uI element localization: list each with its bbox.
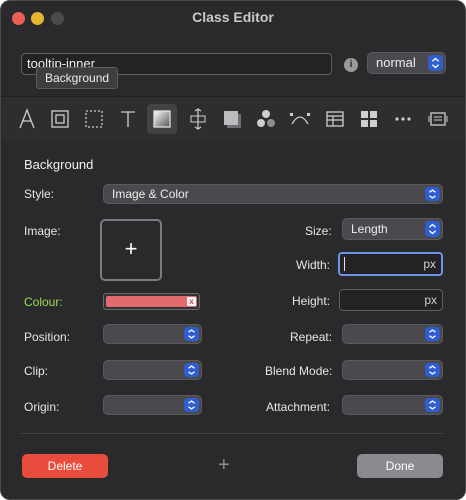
background-panel: Background Style: Image & Color Image: +… (1, 141, 465, 499)
blend-mode-select[interactable] (342, 360, 443, 380)
height-field[interactable]: px (339, 289, 443, 311)
tooltip-background: Background (36, 67, 119, 89)
clear-colour-icon[interactable]: x (187, 297, 196, 306)
effects-icon[interactable] (251, 104, 281, 134)
chevron-updown-icon (184, 327, 199, 341)
size-select[interactable]: Length (342, 218, 443, 240)
width-unit: px (423, 257, 436, 271)
chevron-updown-icon (428, 55, 443, 71)
size-label: Size: (305, 224, 332, 238)
colour-well[interactable]: x (103, 293, 200, 310)
delete-button[interactable]: Delete (22, 454, 108, 478)
height-unit: px (424, 293, 437, 307)
attachment-select[interactable] (342, 395, 443, 415)
width-label: Width: (296, 258, 331, 272)
class-editor-window: Class Editor tooltip-inner Background i … (0, 0, 466, 500)
grid-icon[interactable] (354, 104, 384, 134)
blend-mode-label: Blend Mode: (265, 364, 333, 378)
image-label: Image: (24, 224, 61, 238)
transform-icon[interactable] (285, 104, 315, 134)
chevron-updown-icon (425, 398, 440, 412)
typography-icon[interactable] (12, 104, 42, 134)
border-icon[interactable] (79, 104, 109, 134)
window-title: Class Editor (192, 9, 274, 25)
height-label: Height: (292, 294, 331, 308)
chevron-updown-icon (425, 327, 440, 341)
more-icon[interactable] (388, 104, 418, 134)
width-field[interactable]: px (338, 252, 443, 276)
image-add-well[interactable]: + (100, 219, 162, 281)
origin-label: Origin: (24, 400, 60, 414)
text-icon[interactable] (113, 104, 143, 134)
colour-label: Colour: (24, 295, 63, 309)
size-icon[interactable] (183, 104, 213, 134)
attachment-label: Attachment: (266, 400, 331, 414)
state-select[interactable]: normal (367, 52, 446, 74)
clip-select[interactable] (103, 360, 202, 380)
shadow-icon[interactable] (217, 104, 247, 134)
origin-select[interactable] (103, 395, 202, 415)
chevron-updown-icon (184, 398, 199, 412)
size-select-value: Length (351, 222, 388, 236)
chevron-updown-icon (425, 363, 440, 377)
chevron-updown-icon (425, 221, 440, 237)
position-label: Position: (24, 330, 71, 344)
title-bar: Class Editor (1, 1, 465, 35)
chevron-updown-icon (184, 363, 199, 377)
add-class-button[interactable]: + (218, 455, 230, 475)
repeat-label: Repeat: (290, 330, 333, 344)
property-toolbar (1, 96, 465, 143)
divider (21, 433, 443, 434)
info-icon[interactable]: i (344, 58, 358, 72)
section-title: Background (24, 157, 94, 172)
style-select-value: Image & Color (112, 187, 189, 201)
clip-label: Clip: (24, 364, 49, 378)
done-button[interactable]: Done (357, 454, 443, 478)
box-icon[interactable] (45, 104, 75, 134)
table-icon[interactable] (320, 104, 350, 134)
repeat-select[interactable] (342, 324, 443, 344)
style-select[interactable]: Image & Color (103, 184, 443, 204)
colour-swatch (106, 296, 197, 307)
text-cursor (344, 257, 345, 271)
position-select[interactable] (103, 324, 202, 344)
chevron-updown-icon (425, 187, 440, 201)
state-select-value: normal (376, 55, 416, 70)
style-label: Style: (24, 187, 55, 201)
custom-css-icon[interactable] (423, 104, 453, 134)
background-icon[interactable] (147, 104, 177, 134)
